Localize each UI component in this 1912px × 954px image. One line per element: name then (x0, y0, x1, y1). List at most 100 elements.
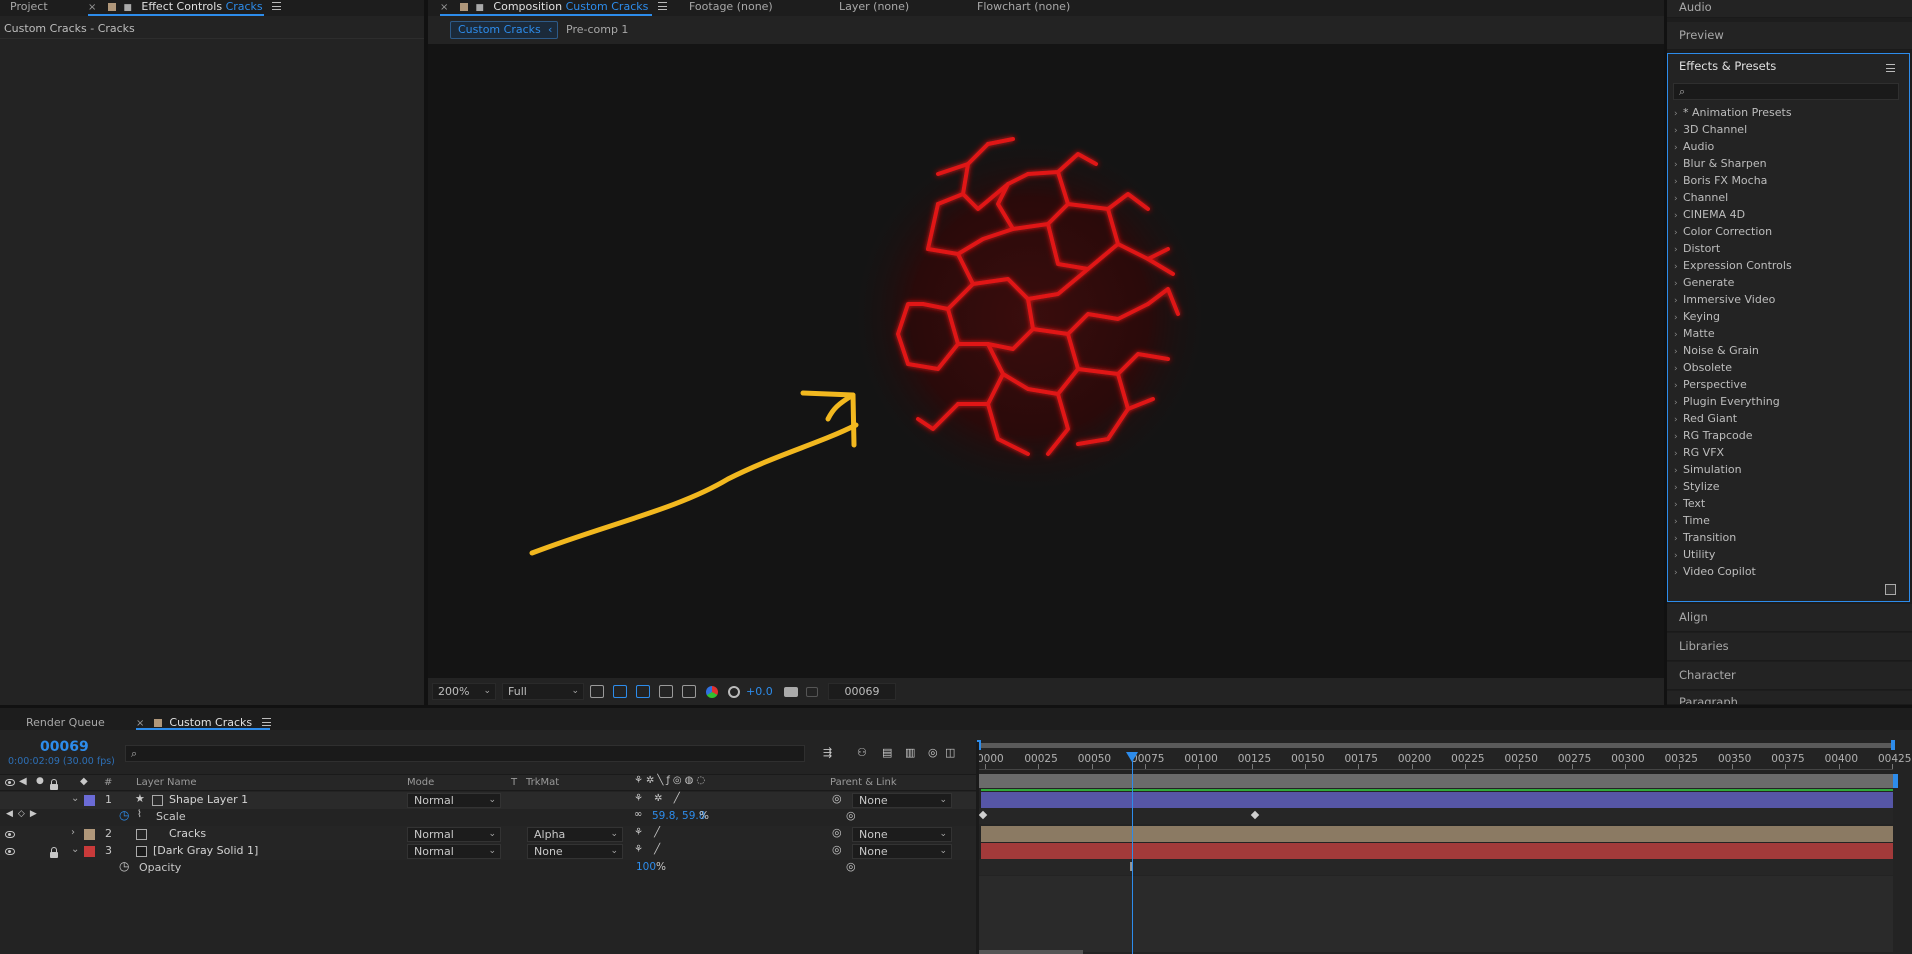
frame-blending-icon[interactable]: ▥ (905, 746, 915, 759)
breadcrumb-other[interactable]: Pre-comp 1 (566, 23, 628, 36)
effects-category-item[interactable]: › Red Giant (1669, 410, 1909, 427)
effects-category-item[interactable]: › RG Trapcode (1669, 427, 1909, 444)
chevron-down-icon[interactable]: ⌄ (71, 844, 79, 855)
layer-switches-icons[interactable]: ⚘ ╱ (634, 844, 664, 855)
show-snapshot-icon[interactable] (806, 687, 818, 697)
playhead-handle[interactable] (1126, 752, 1139, 762)
layer-name[interactable]: [Dark Gray Solid 1] (153, 844, 258, 857)
fast-previews-icon[interactable] (590, 685, 604, 698)
effects-category-item[interactable]: › Expression Controls (1669, 257, 1909, 274)
effects-category-item[interactable]: › Immersive Video (1669, 291, 1909, 308)
libraries-panel-header[interactable]: Libraries (1667, 633, 1912, 661)
exposure-value[interactable]: +0.0 (746, 685, 773, 698)
graph-icon[interactable]: ⌇ (137, 809, 142, 820)
blend-mode-dropdown[interactable]: Normal ⌄ (407, 827, 501, 842)
layer-row[interactable]: › 2 Cracks Normal ⌄ Alpha ⌄ ⚘ ╱ ◎ None ⌄ (0, 826, 976, 843)
exposure-reset-icon[interactable] (728, 686, 740, 698)
track-matte-dropdown[interactable]: Alpha ⌄ (527, 827, 623, 842)
effects-category-item[interactable]: › Text (1669, 495, 1909, 512)
layer-label-color[interactable] (84, 829, 95, 840)
effects-category-item[interactable]: › Blur & Sharpen (1669, 155, 1909, 172)
pickwhip-icon[interactable]: ◎ (846, 860, 856, 873)
mask-path-icon[interactable] (636, 685, 650, 698)
layer-name[interactable]: Cracks (169, 827, 206, 840)
stopwatch-icon[interactable]: ◷ (119, 859, 129, 873)
effects-category-item[interactable]: › 3D Channel (1669, 121, 1909, 138)
effects-category-item[interactable]: › * Animation Presets (1669, 104, 1909, 121)
pickwhip-icon[interactable]: ◎ (832, 843, 842, 856)
layer-label-color[interactable] (84, 846, 95, 857)
parent-dropdown[interactable]: None ⌄ (852, 793, 952, 808)
resolution-dropdown[interactable]: Full ⌄ (502, 683, 584, 700)
audio-panel-header[interactable]: Audio (1667, 0, 1912, 18)
region-of-interest-icon[interactable] (659, 685, 673, 698)
constrain-proportions-icon[interactable]: ∞ (634, 809, 642, 820)
close-icon[interactable]: × (440, 2, 448, 13)
effects-category-item[interactable]: › Audio (1669, 138, 1909, 155)
effects-category-item[interactable]: › Matte (1669, 325, 1909, 342)
effects-category-item[interactable]: › Stylize (1669, 478, 1909, 495)
panel-menu-icon[interactable] (1886, 62, 1895, 75)
pickwhip-icon[interactable]: ◎ (846, 809, 856, 822)
work-area-bar[interactable] (979, 743, 1893, 748)
panel-menu-icon[interactable] (261, 718, 271, 726)
tab-render-queue[interactable]: Render Queue (26, 716, 105, 729)
effects-search-input[interactable]: ⌕ (1673, 83, 1899, 100)
guides-icon[interactable] (682, 685, 696, 698)
layer-bar-dark-gray-solid[interactable] (981, 843, 1893, 859)
effects-category-item[interactable]: › Distort (1669, 240, 1909, 257)
timeline-search-input[interactable]: ⌕ (125, 745, 805, 762)
opacity-property-row[interactable]: ◷ Opacity 100% ◎ (0, 859, 976, 877)
character-panel-header[interactable]: Character (1667, 662, 1912, 690)
effects-category-item[interactable]: › Video Copilot (1669, 563, 1909, 580)
align-panel-header[interactable]: Align (1667, 604, 1912, 632)
layer-switches-icons[interactable]: ⚘ ✲ ╱ (634, 793, 684, 804)
layer-switches-icons[interactable]: ⚘ ╱ (634, 827, 664, 838)
chevron-down-icon[interactable]: ⌄ (71, 793, 79, 804)
shy-layers-icon[interactable]: ▤ (882, 746, 892, 759)
motion-blur-icon[interactable]: ◎ (928, 746, 938, 759)
parent-dropdown[interactable]: None ⌄ (852, 827, 952, 842)
effects-category-item[interactable]: › Color Correction (1669, 223, 1909, 240)
panel-menu-icon[interactable] (657, 2, 667, 10)
lock-icon[interactable] (50, 847, 58, 858)
tab-footage[interactable]: Footage (none) (689, 0, 773, 16)
layer-bar-cracks[interactable] (981, 826, 1893, 842)
tab-flowchart[interactable]: Flowchart (none) (977, 0, 1070, 16)
transparency-grid-icon[interactable] (613, 685, 627, 698)
effects-category-item[interactable]: › Plugin Everything (1669, 393, 1909, 410)
track-matte-dropdown[interactable]: None ⌄ (527, 844, 623, 859)
opacity-property-value[interactable]: 100 (636, 861, 656, 873)
effects-category-item[interactable]: › Perspective (1669, 376, 1909, 393)
effects-category-item[interactable]: › Keying (1669, 308, 1909, 325)
scale-property-value[interactable]: 59.8, 59.8 (652, 810, 705, 822)
pickwhip-icon[interactable]: ◎ (832, 792, 842, 805)
effects-category-item[interactable]: › Simulation (1669, 461, 1909, 478)
scale-property-row[interactable]: ◀◇▶ ◷ ⌇ Scale ∞ 59.8, 59.8% ◎ (0, 808, 976, 826)
effects-category-item[interactable]: › Transition (1669, 529, 1909, 546)
preview-panel-header[interactable]: Preview (1667, 22, 1912, 50)
paragraph-panel-header[interactable]: Paragraph (1667, 691, 1912, 705)
parent-dropdown[interactable]: None ⌄ (852, 844, 952, 859)
visibility-eye-icon[interactable] (5, 848, 15, 855)
effects-category-item[interactable]: › Obsolete (1669, 359, 1909, 376)
effects-category-item[interactable]: › Utility (1669, 546, 1909, 563)
layer-row[interactable]: ⌄ 1 ★ Shape Layer 1 Normal ⌄ ⚘ ✲ ╱ ◎ None ⌄ (0, 792, 976, 809)
tab-project[interactable]: Project (10, 0, 48, 16)
timeline-bottom-scrollbar[interactable] (979, 950, 1083, 954)
current-frame-display[interactable]: 00069 (40, 739, 89, 755)
visibility-eye-icon[interactable] (5, 831, 15, 838)
layer-row[interactable]: ⌄ 3 [Dark Gray Solid 1] Normal ⌄ None ⌄ ⚘ ╱ ◎ Non… (0, 843, 976, 860)
color-channels-icon[interactable] (706, 686, 718, 698)
blend-mode-dropdown[interactable]: Normal ⌄ (407, 793, 501, 808)
zoom-dropdown[interactable]: 200% ⌄ (432, 683, 496, 700)
effects-category-item[interactable]: › Generate (1669, 274, 1909, 291)
effects-category-item[interactable]: › Boris FX Mocha (1669, 172, 1909, 189)
keyframe-navigator-icon[interactable]: ◀◇▶ (6, 809, 42, 819)
work-area-end-handle[interactable] (1891, 740, 1895, 750)
layer-label-color[interactable] (84, 795, 95, 806)
timeline-split-divider[interactable] (976, 742, 979, 954)
snapshot-icon[interactable] (784, 687, 798, 697)
chevron-right-icon[interactable]: › (71, 827, 75, 838)
effects-category-item[interactable]: › Time (1669, 512, 1909, 529)
